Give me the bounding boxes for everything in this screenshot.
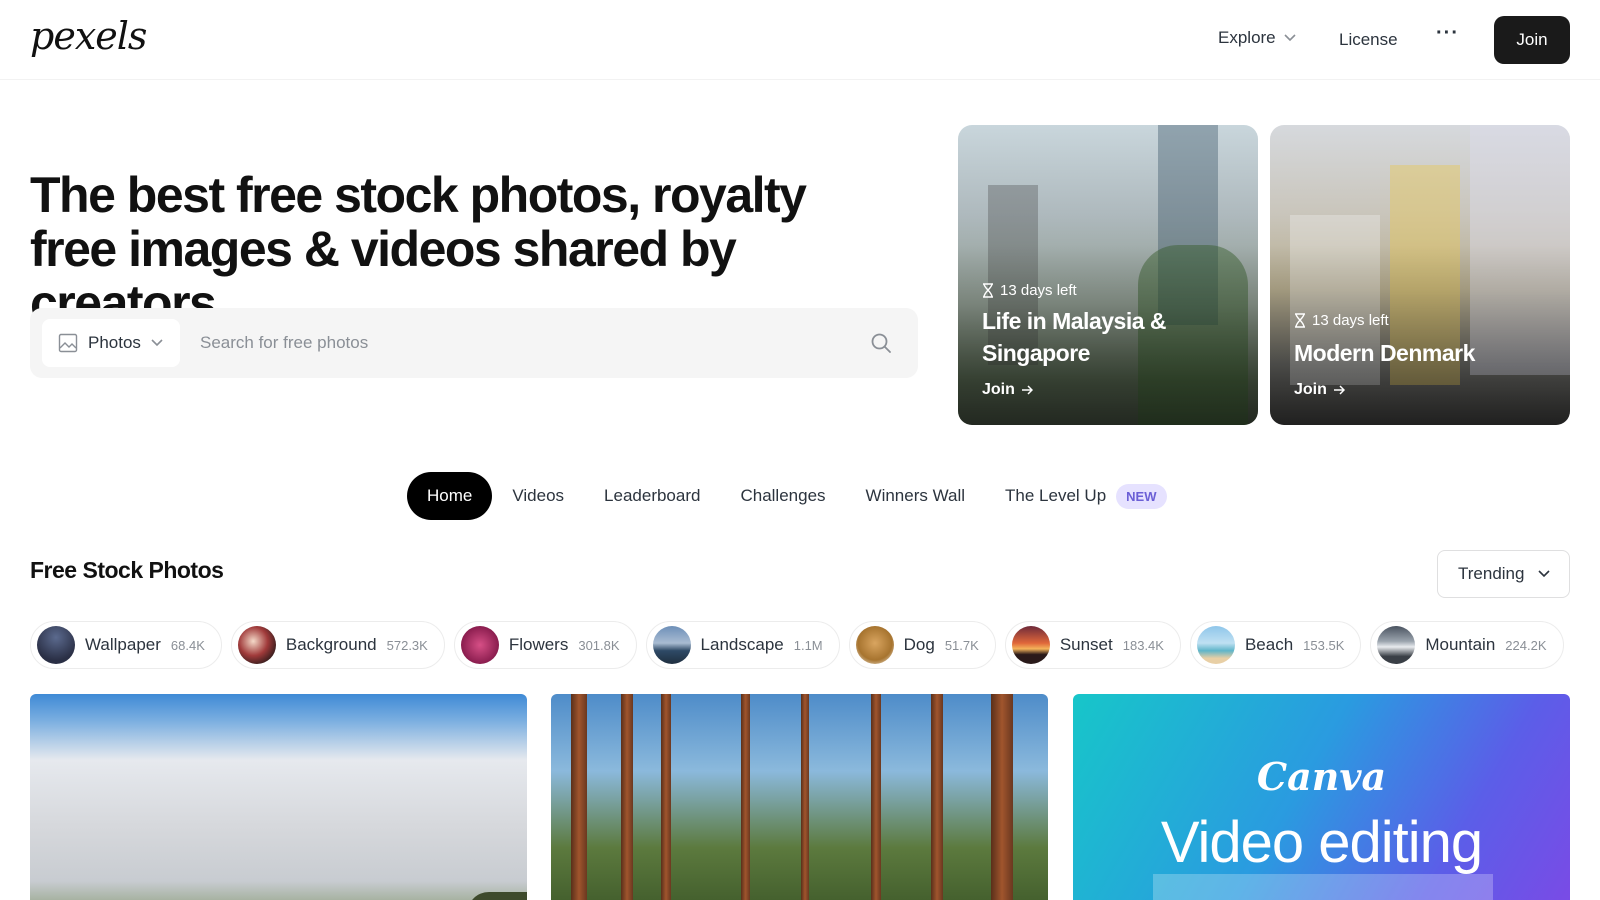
explore-menu[interactable]: Explore (1218, 28, 1296, 48)
join-label: Join (1294, 381, 1327, 398)
topic-label: Beach (1244, 635, 1294, 654)
topic-chip-beach[interactable]: Beach 153.5K (1189, 621, 1362, 669)
topic-label: Wallpaper (85, 635, 161, 654)
arrow-right-icon (1333, 385, 1345, 395)
topic-count: 1.1M (793, 637, 823, 653)
tree-trunk (661, 694, 671, 900)
topic-chip-sunset[interactable]: Sunset 183.4K (1004, 621, 1181, 669)
new-badge: NEW (1116, 483, 1167, 509)
topic-label: Mountain (1425, 635, 1496, 654)
hill-shape (467, 892, 527, 900)
topic-thumbnail (855, 626, 894, 664)
challenge-join-link[interactable]: Join (1294, 381, 1345, 399)
tab-videos[interactable]: Videos (492, 472, 584, 520)
join-label: Join (982, 381, 1015, 398)
sort-label: Trending (1458, 564, 1525, 583)
topic-thumbnail (37, 626, 75, 664)
topic-thumbnail (1377, 626, 1416, 664)
main-tabs: Home Videos Leaderboard Challenges Winne… (407, 472, 1167, 520)
topic-thumbnail (237, 626, 276, 664)
tree-trunk (801, 694, 809, 900)
search-bar: Photos (30, 308, 918, 378)
days-left-text: 13 days left (1312, 312, 1389, 329)
search-input[interactable] (200, 330, 820, 356)
topic-chip-landscape[interactable]: Landscape 1.1M (645, 621, 840, 669)
challenge-join-link[interactable]: Join (982, 381, 1033, 399)
card-overlay (958, 125, 1258, 425)
topic-thumbnail (1011, 626, 1050, 664)
topic-label: Flowers (508, 635, 569, 654)
canva-logo: Canva (1256, 754, 1387, 799)
search-type-label: Photos (88, 333, 141, 352)
topic-thumbnail (460, 626, 499, 664)
arrow-right-icon (1021, 385, 1033, 395)
chevron-down-icon (1538, 570, 1551, 578)
topic-thumbnail (1196, 626, 1235, 664)
tab-the-level-up[interactable]: The Level Up (985, 472, 1126, 520)
challenge-card[interactable]: 13 days left Modern Denmark Join (1270, 125, 1570, 425)
canva-ad-card[interactable]: Canva Video editing (1073, 694, 1570, 900)
tab-home[interactable]: Home (407, 472, 493, 520)
ad-headline: Video editing (1160, 810, 1483, 875)
topic-chips: Wallpaper 68.4K Background 572.3K Flower… (30, 621, 1570, 671)
license-link[interactable]: License (1339, 30, 1398, 50)
image-icon (58, 333, 78, 353)
hero-title: The best free stock photos, royalty free… (30, 167, 807, 331)
tree-trunk (991, 694, 1013, 900)
tree-trunk (571, 694, 587, 900)
topic-count: 68.4K (170, 637, 205, 653)
challenge-card[interactable]: 13 days left Life in Malaysia & Singapor… (958, 125, 1258, 425)
topic-thumbnail (652, 626, 691, 664)
section-title: Free Stock Photos (30, 557, 224, 583)
chevron-down-icon (1284, 34, 1296, 42)
join-button[interactable]: Join (1494, 16, 1570, 64)
topic-count: 153.5K (1303, 637, 1345, 653)
search-icon[interactable] (870, 332, 892, 354)
card-overlay (1270, 125, 1570, 425)
tree-trunk (871, 694, 881, 900)
search-type-dropdown[interactable]: Photos (42, 319, 180, 367)
topic-count: 572.3K (386, 637, 428, 653)
topic-count: 224.2K (1505, 637, 1547, 653)
topic-label: Landscape (700, 635, 784, 654)
topic-chip-dog[interactable]: Dog 51.7K (848, 621, 996, 669)
chevron-down-icon (151, 339, 163, 347)
tab-challenges[interactable]: Challenges (720, 472, 845, 520)
topic-count: 183.4K (1122, 637, 1164, 653)
challenge-title: Life in Malaysia & Singapore (982, 308, 1167, 366)
hourglass-icon (1295, 313, 1305, 328)
explore-label: Explore (1218, 28, 1276, 47)
topic-chip-mountain[interactable]: Mountain 224.2K (1370, 621, 1564, 669)
topic-label: Background (285, 635, 377, 654)
topic-chip-flowers[interactable]: Flowers 301.8K (453, 621, 637, 669)
topic-chip-background[interactable]: Background 572.3K (230, 621, 445, 669)
sort-dropdown[interactable]: Trending (1437, 550, 1570, 598)
tab-winners-wall[interactable]: Winners Wall (846, 472, 986, 520)
days-left: 13 days left (982, 282, 1077, 299)
more-menu-icon[interactable]: ··· (1436, 22, 1459, 45)
tab-leaderboard[interactable]: Leaderboard (584, 472, 720, 520)
days-left: 13 days left (1294, 312, 1389, 329)
ad-highlight (1153, 874, 1493, 900)
challenge-title: Modern Denmark (1294, 340, 1475, 366)
top-navigation: pexels Explore License ··· Join (0, 0, 1600, 80)
topic-label: Sunset (1059, 635, 1113, 654)
topic-label: Dog (903, 635, 935, 654)
topic-chip-wallpaper[interactable]: Wallpaper 68.4K (30, 621, 222, 669)
days-left-text: 13 days left (1000, 282, 1077, 299)
photo-card[interactable] (30, 694, 527, 900)
hourglass-icon (983, 283, 993, 298)
tree-trunk (931, 694, 943, 900)
pexels-logo[interactable]: pexels (30, 14, 147, 58)
tree-trunk (741, 694, 750, 900)
topic-count: 301.8K (578, 637, 620, 653)
photo-card[interactable] (551, 694, 1048, 900)
tree-trunk (621, 694, 633, 900)
topic-count: 51.7K (944, 637, 979, 653)
